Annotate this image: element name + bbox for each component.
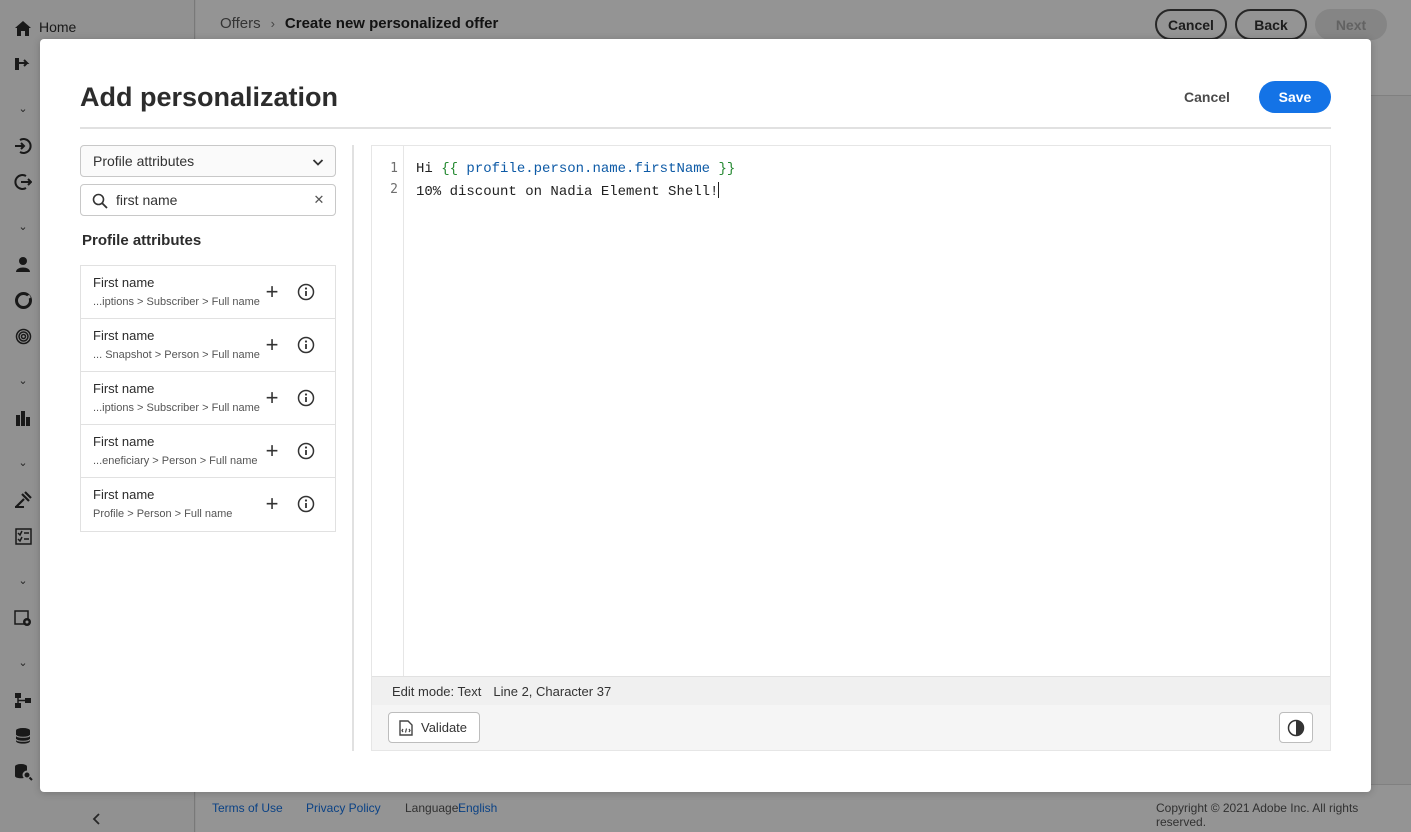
attribute-source-dropdown[interactable]: Profile attributes (80, 145, 336, 177)
line-number: 2 (390, 182, 398, 197)
info-icon[interactable] (297, 495, 315, 513)
validate-file-icon (399, 720, 413, 736)
cancel-button[interactable]: Cancel (1170, 81, 1244, 113)
attribute-path: Profile > Person > Full name (93, 508, 233, 520)
expression-editor[interactable]: 1 2 Hi {{ profile.person.name.firstName … (371, 145, 1331, 751)
edit-mode-status: Edit mode: Text (392, 683, 482, 699)
theme-toggle-button[interactable] (1279, 712, 1313, 743)
attribute-path: ... Snapshot > Person > Full name (93, 349, 260, 361)
code-expression: profile.person.name.firstName (458, 161, 719, 177)
line-number-gutter: 1 2 (372, 146, 404, 676)
list-item[interactable]: First name ...iptions > Subscriber > Ful… (81, 372, 335, 425)
info-icon[interactable] (297, 442, 315, 460)
dropdown-value: Profile attributes (93, 153, 195, 169)
text-cursor (718, 182, 720, 198)
attribute-path: ...iptions > Subscriber > Full name (93, 402, 260, 414)
add-icon[interactable]: + (262, 281, 282, 303)
editor-footer: Validate (372, 705, 1330, 750)
attribute-name: First name (93, 434, 155, 449)
add-icon[interactable]: + (262, 440, 282, 462)
validate-button[interactable]: Validate (388, 712, 480, 743)
list-item[interactable]: First name ...iptions > Subscriber > Ful… (81, 266, 335, 319)
code-text: 10% discount on Nadia Element Shell! (416, 184, 719, 200)
clear-search-icon[interactable]: ✕ (313, 193, 325, 206)
save-button[interactable]: Save (1259, 81, 1331, 113)
info-icon[interactable] (297, 336, 315, 354)
code-line-1[interactable]: Hi {{ profile.person.name.firstName }} (416, 161, 735, 177)
code-brace-open: {{ (441, 161, 459, 177)
info-icon[interactable] (297, 389, 315, 407)
add-icon[interactable]: + (262, 334, 282, 356)
list-item[interactable]: First name Profile > Person > Full name … (81, 478, 335, 531)
contrast-icon (1287, 719, 1305, 736)
attribute-list: First name ...iptions > Subscriber > Ful… (80, 265, 336, 532)
section-title: Profile attributes (82, 232, 202, 249)
panel-divider (352, 145, 354, 751)
list-item[interactable]: First name ... Snapshot > Person > Full … (81, 319, 335, 372)
add-personalization-dialog: Add personalization Cancel Save Profile … (40, 39, 1371, 792)
chevron-down-icon (312, 155, 324, 167)
code-line-2[interactable]: 10% discount on Nadia Element Shell! (416, 182, 720, 200)
attribute-name: First name (93, 328, 155, 343)
add-icon[interactable]: + (262, 493, 282, 515)
editor-status-bar: Edit mode: Text Line 2, Character 37 (372, 676, 1330, 705)
attribute-name: First name (93, 381, 155, 396)
list-item[interactable]: First name ...eneficiary > Person > Full… (81, 425, 335, 478)
add-icon[interactable]: + (262, 387, 282, 409)
dialog-title: Add personalization (80, 82, 339, 112)
code-brace-close: }} (718, 161, 736, 177)
search-icon (92, 193, 108, 209)
info-icon[interactable] (297, 283, 315, 301)
code-text: Hi (416, 161, 442, 177)
search-input[interactable]: first name ✕ (80, 184, 336, 216)
attribute-name: First name (93, 275, 155, 290)
attribute-path: ...iptions > Subscriber > Full name (93, 296, 260, 308)
title-divider (80, 127, 1331, 129)
attribute-name: First name (93, 487, 155, 502)
cursor-position-status: Line 2, Character 37 (493, 683, 612, 699)
attribute-path: ...eneficiary > Person > Full name (93, 455, 258, 467)
validate-label: Validate (421, 720, 468, 735)
line-number: 1 (390, 161, 398, 176)
search-value: first name (116, 192, 178, 208)
